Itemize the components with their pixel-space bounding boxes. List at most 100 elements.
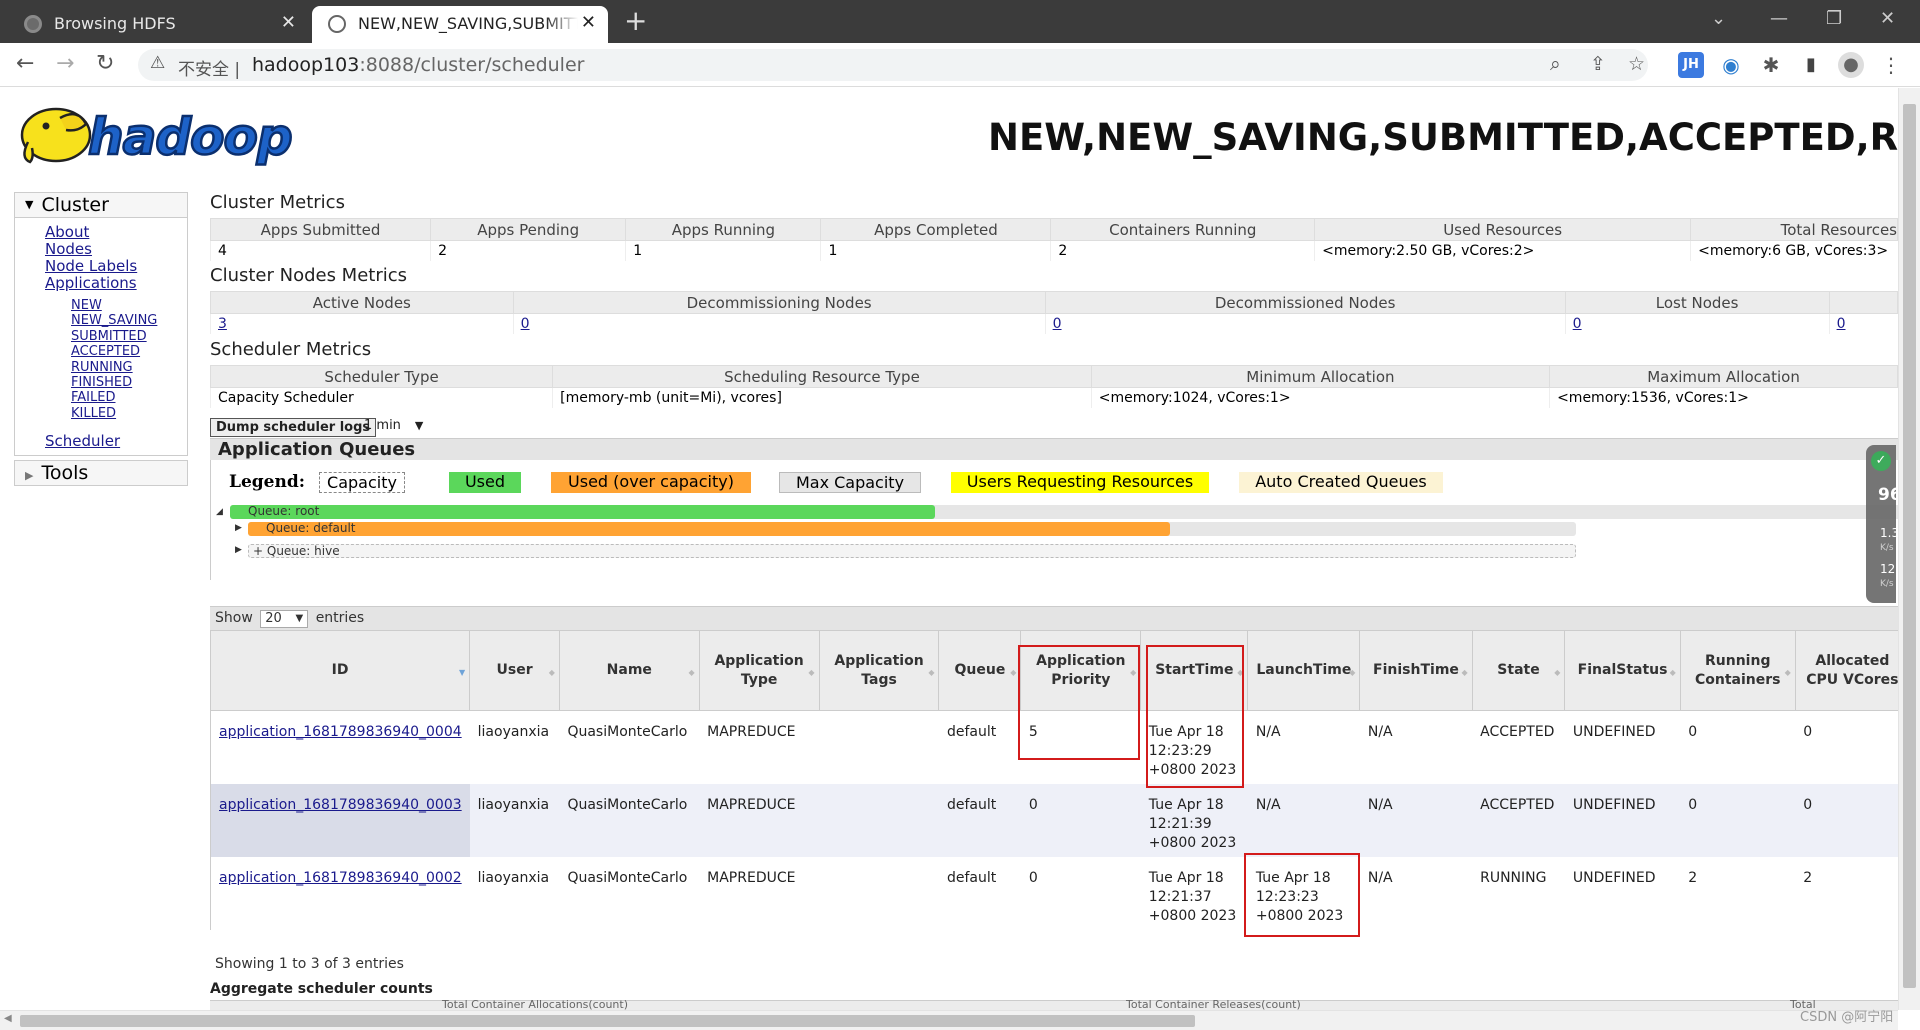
scrollbar-thumb[interactable] bbox=[1903, 104, 1916, 988]
tab-title: NEW,NEW_SAVING,SUBMITTED,ACCEPTED,RUNNIN… bbox=[358, 14, 578, 33]
tab-scheduler[interactable]: NEW,NEW_SAVING,SUBMITTED,ACCEPTED,RUNNIN… bbox=[312, 6, 608, 43]
column-header-id[interactable]: ID ▼ bbox=[209, 630, 471, 711]
menu-kebab-icon[interactable]: ⋮ bbox=[1878, 52, 1904, 78]
column-header-running-containers[interactable]: Running Containers ◆ bbox=[1679, 630, 1796, 711]
table-cell: MAPREDUCE bbox=[699, 710, 820, 784]
metric-header: Containers Running bbox=[1050, 218, 1316, 241]
tab-browsing-hdfs[interactable]: Browsing HDFS ✕ bbox=[8, 6, 308, 43]
decommissioning-nodes-link[interactable]: 0 bbox=[521, 316, 530, 332]
horizontal-scrollbar[interactable]: ◀ bbox=[0, 1010, 1898, 1030]
network-monitor-widget[interactable]: ✓ 96% 1.3K/s 12.5K/s bbox=[1866, 445, 1911, 603]
omnibox[interactable]: ⚠ 不安全 | hadoop103:8088/cluster/scheduler… bbox=[138, 49, 1648, 81]
minimize-icon[interactable]: — bbox=[1770, 8, 1788, 29]
column-header-application-tags[interactable]: Application Tags ◆ bbox=[818, 630, 940, 711]
sidebar-link-accepted[interactable]: ACCEPTED bbox=[71, 344, 187, 359]
sidebar-link-finished[interactable]: FINISHED bbox=[71, 375, 187, 390]
column-header-user[interactable]: User ◆ bbox=[469, 630, 560, 711]
url-text[interactable]: hadoop103:8088/cluster/scheduler bbox=[252, 54, 584, 76]
sort-icon: ◆ bbox=[1554, 668, 1561, 677]
table-cell: UNDEFINED bbox=[1564, 710, 1681, 784]
sidebar-link-about[interactable]: About bbox=[45, 224, 187, 241]
table-row: application_1681789836940_0003 liaoyanxi… bbox=[210, 783, 1898, 857]
queue-default-bar[interactable]: Queue: default bbox=[248, 522, 1576, 536]
cluster-section-toggle[interactable]: ▼ Cluster bbox=[15, 193, 187, 218]
unhealthy-nodes-link[interactable]: 0 bbox=[1837, 316, 1846, 332]
sidebar-link-node-labels[interactable]: Node Labels bbox=[45, 258, 187, 275]
close-icon[interactable]: ✕ bbox=[581, 12, 596, 33]
column-header-queue[interactable]: Queue ◆ bbox=[938, 630, 1022, 711]
extension-globe-icon[interactable]: ◉ bbox=[1718, 52, 1744, 78]
app-id-link[interactable]: application_1681789836940_0002 bbox=[219, 870, 462, 886]
warning-icon[interactable]: ⚠ bbox=[150, 53, 165, 73]
app-id-link[interactable]: application_1681789836940_0003 bbox=[219, 797, 462, 813]
sidebar-link-failed[interactable]: FAILED bbox=[71, 390, 187, 405]
dump-interval-select[interactable]: 1 min ▼ bbox=[364, 418, 423, 433]
profile-avatar-icon[interactable]: ● bbox=[1838, 52, 1864, 78]
table-cell: UNDEFINED bbox=[1564, 783, 1681, 857]
column-header-state[interactable]: State ◆ bbox=[1471, 630, 1566, 711]
table-cell: QuasiMonteCarlo bbox=[559, 783, 700, 857]
sort-icon: ◆ bbox=[1010, 668, 1017, 677]
table-row: application_1681789836940_0002 liaoyanxi… bbox=[210, 856, 1898, 930]
bookmark-star-icon[interactable]: ☆ bbox=[1628, 53, 1645, 75]
lost-nodes-link[interactable]: 0 bbox=[1573, 316, 1582, 332]
vertical-scrollbar[interactable] bbox=[1898, 88, 1920, 1010]
active-nodes-link[interactable]: 3 bbox=[218, 316, 227, 332]
table-cell: liaoyanxia bbox=[469, 856, 560, 930]
sidebar-link-applications[interactable]: Applications bbox=[45, 275, 187, 292]
column-header-launch-time[interactable]: LaunchTime ◆ bbox=[1247, 630, 1361, 711]
page-size-select[interactable]: 20 ▼ bbox=[260, 610, 309, 628]
column-header-name[interactable]: Name ◆ bbox=[558, 630, 700, 711]
extensions-puzzle-icon[interactable]: ✱ bbox=[1758, 52, 1784, 78]
column-header-final-status[interactable]: FinalStatus ◆ bbox=[1564, 630, 1681, 711]
table-info: Showing 1 to 3 of 3 entries bbox=[215, 956, 404, 972]
side-panel-icon[interactable]: ▮ bbox=[1798, 52, 1824, 78]
legend-used-over-capacity: Used (over capacity) bbox=[551, 472, 751, 493]
sidebar-link-running[interactable]: RUNNING bbox=[71, 360, 187, 375]
table-cell: MAPREDUCE bbox=[699, 783, 820, 857]
share-icon[interactable]: ⇪ bbox=[1590, 53, 1606, 75]
caret-right-icon[interactable]: ▶ bbox=[235, 545, 242, 555]
column-header-finish-time[interactable]: FinishTime ◆ bbox=[1359, 630, 1473, 711]
extension-jh-icon[interactable]: JH bbox=[1678, 52, 1704, 78]
sidebar-link-new-saving[interactable]: NEW_SAVING bbox=[71, 313, 187, 328]
metric-header: Active Nodes bbox=[210, 291, 514, 314]
chevron-down-icon: ▼ bbox=[295, 613, 304, 624]
column-header-application-type[interactable]: Application Type ◆ bbox=[698, 630, 820, 711]
column-header-allocated-vcores[interactable]: Allocated CPU VCores◆ bbox=[1794, 630, 1898, 711]
caret-right-icon[interactable]: ▶ bbox=[235, 523, 242, 533]
table-cell: ACCEPTED bbox=[1472, 783, 1565, 857]
dump-scheduler-logs-button[interactable]: Dump scheduler logs bbox=[210, 418, 377, 437]
sidebar-link-new[interactable]: NEW bbox=[71, 298, 187, 313]
reload-icon[interactable]: ↻ bbox=[96, 51, 114, 76]
metric-header: Decommissioning Nodes bbox=[512, 291, 1046, 314]
restore-icon[interactable]: ❐ bbox=[1826, 8, 1842, 29]
scroll-left-icon[interactable]: ◀ bbox=[4, 1013, 12, 1024]
legend-title: Legend: bbox=[229, 472, 305, 492]
sidebar-link-submitted[interactable]: SUBMITTED bbox=[71, 329, 187, 344]
zoom-icon[interactable]: ⌕ bbox=[1550, 53, 1561, 75]
scrollbar-thumb[interactable] bbox=[20, 1015, 1195, 1027]
caret-down-icon[interactable]: ◢ bbox=[216, 507, 223, 517]
metric-header: Apps Completed bbox=[820, 218, 1052, 241]
tools-section-toggle[interactable]: ▶ Tools bbox=[14, 460, 188, 486]
queue-hive-bar[interactable]: + Queue: hive bbox=[248, 544, 1576, 558]
sidebar-link-scheduler[interactable]: Scheduler bbox=[45, 433, 187, 450]
queue-root-bar[interactable]: Queue: root bbox=[230, 505, 1898, 519]
new-tab-icon[interactable]: + bbox=[624, 6, 647, 36]
app-id-link[interactable]: application_1681789836940_0004 bbox=[219, 724, 462, 740]
window-close-icon[interactable]: ✕ bbox=[1880, 8, 1895, 29]
metric-header: Minimum Allocation bbox=[1090, 365, 1551, 388]
table-cell: default bbox=[938, 783, 1021, 857]
forward-icon[interactable]: → bbox=[56, 51, 74, 76]
sidebar-link-killed[interactable]: KILLED bbox=[71, 406, 187, 421]
close-icon[interactable]: ✕ bbox=[281, 12, 296, 33]
decommissioned-nodes-link[interactable]: 0 bbox=[1053, 316, 1062, 332]
sidebar-link-nodes[interactable]: Nodes bbox=[45, 241, 187, 258]
table-cell: N/A bbox=[1247, 783, 1360, 857]
sort-icon: ◆ bbox=[808, 668, 815, 677]
back-icon[interactable]: ← bbox=[16, 51, 34, 76]
security-label[interactable]: 不安全 | bbox=[178, 55, 240, 80]
chevron-down-icon: ▼ bbox=[414, 419, 424, 432]
tab-search-icon[interactable]: ⌄ bbox=[1711, 8, 1726, 29]
